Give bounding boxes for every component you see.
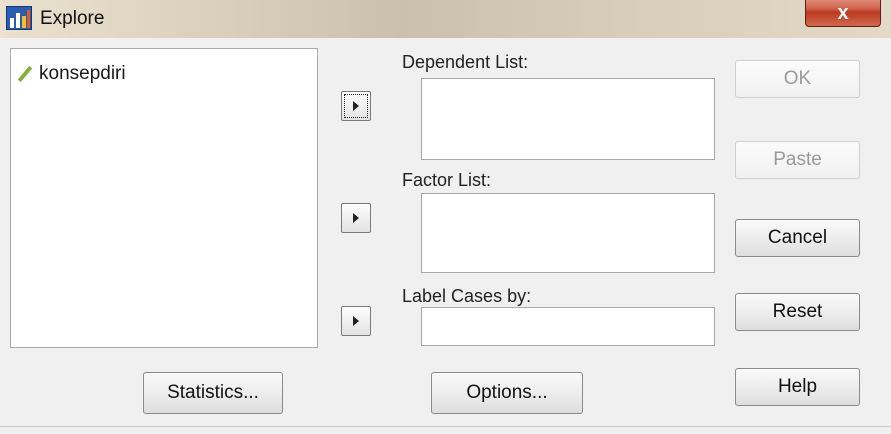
move-to-dependent-button[interactable]	[341, 91, 371, 121]
move-to-factor-button[interactable]	[341, 203, 371, 233]
dependent-list-label: Dependent List:	[402, 52, 529, 72]
ok-button[interactable]: OK	[735, 60, 860, 98]
label-cases-box[interactable]	[421, 307, 715, 346]
variable-item-konsepdiri[interactable]: konsepdiri	[17, 63, 126, 85]
statistics-button[interactable]: Statistics...	[143, 372, 283, 414]
spss-app-icon	[6, 6, 32, 30]
dependent-list-box[interactable]	[421, 78, 715, 160]
variable-label: konsepdiri	[39, 63, 126, 84]
window-title: Explore	[40, 8, 105, 29]
help-button[interactable]: Help	[735, 368, 860, 406]
arrow-right-icon	[353, 101, 359, 111]
close-icon: x	[837, 2, 849, 24]
factor-list-box[interactable]	[421, 193, 715, 273]
cancel-button[interactable]: Cancel	[735, 219, 860, 257]
paste-button[interactable]: Paste	[735, 141, 860, 179]
label-cases-label: Label Cases by:	[402, 286, 532, 306]
factor-list-label: Factor List:	[402, 170, 492, 190]
reset-button[interactable]: Reset	[735, 293, 860, 331]
explore-dialog: Explore x konsepdiri Dependent List: Fac…	[0, 0, 891, 434]
title-bar[interactable]: Explore x	[0, 0, 891, 38]
source-variable-list[interactable]: konsepdiri	[10, 48, 318, 348]
move-to-label-cases-button[interactable]	[341, 306, 371, 336]
bottom-divider	[0, 426, 891, 427]
arrow-right-icon	[353, 316, 359, 326]
close-button[interactable]: x	[805, 0, 881, 27]
arrow-right-icon	[353, 213, 359, 223]
options-button[interactable]: Options...	[431, 372, 583, 414]
scale-variable-icon	[17, 65, 33, 83]
